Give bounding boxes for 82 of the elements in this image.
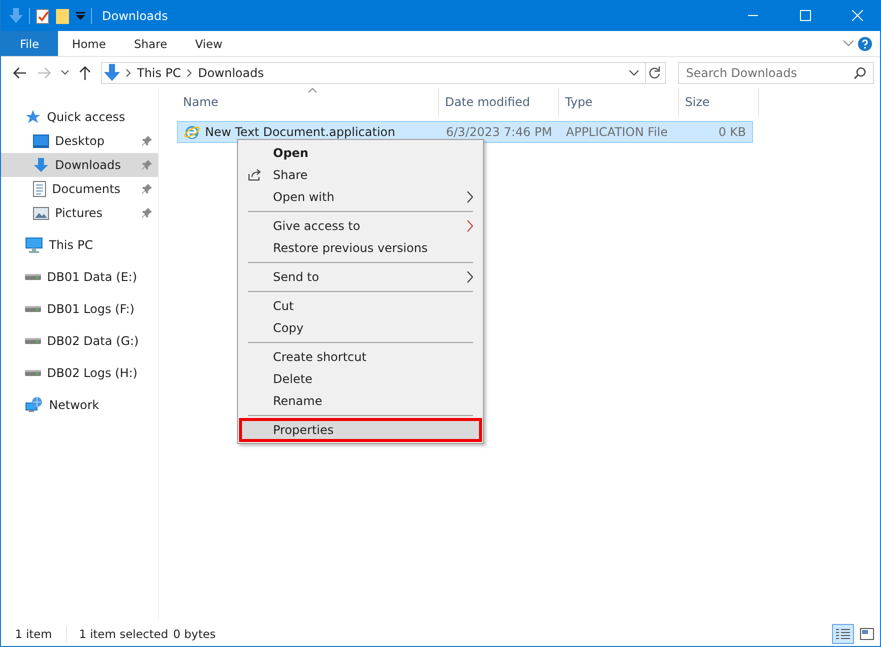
chevron-icon: [186, 68, 192, 76]
sidebar-item[interactable]: This PC: [1, 233, 158, 257]
up-arrow-icon: [79, 66, 91, 80]
menu-item[interactable]: Cut: [240, 295, 481, 317]
sidebar-item[interactable]: Downloads: [1, 153, 158, 177]
table-cell: APPLICATION File: [566, 125, 668, 139]
drive-icon: [25, 337, 41, 345]
download-arrow-icon: [33, 157, 49, 173]
search-field[interactable]: Search Downloads: [678, 62, 874, 84]
menu-item[interactable]: Send to: [240, 266, 481, 288]
details-view-button[interactable]: [832, 624, 854, 644]
status-text: 1 item: [15, 626, 52, 640]
menu-item[interactable]: Give access to: [240, 215, 481, 237]
share-icon: [248, 169, 262, 181]
help-icon: [858, 36, 872, 50]
desktop-icon: [33, 134, 49, 148]
menu-item[interactable]: Open with: [240, 186, 481, 208]
network-icon: [25, 397, 43, 413]
properties-icon[interactable]: [36, 8, 50, 24]
sidebar-item[interactable]: DB02 Logs (H:): [1, 361, 158, 385]
menu-item[interactable]: Delete: [240, 368, 481, 390]
sidebar-item[interactable]: Network: [1, 393, 158, 417]
column-header[interactable]: Size: [679, 88, 759, 116]
pin-icon: [142, 160, 152, 170]
computer-icon: [25, 237, 43, 253]
table-cell: 6/3/2023 7:46 PM: [446, 125, 552, 139]
document-icon: [33, 181, 46, 197]
menu-item[interactable]: Open: [240, 142, 481, 164]
table-cell: New Text Document.application: [205, 125, 396, 139]
pin-icon: [142, 184, 152, 194]
status-text: 0 bytes: [173, 626, 216, 640]
window-title: Downloads: [102, 8, 169, 22]
chevron-down-icon: [843, 40, 854, 47]
pin-icon: [142, 136, 152, 146]
sidebar-item[interactable]: Documents: [1, 177, 158, 201]
sidebar-item[interactable]: Desktop: [1, 129, 158, 153]
sidebar-item[interactable]: Quick access: [1, 105, 158, 129]
breadcrumb[interactable]: This PC: [137, 66, 181, 80]
minimize-icon: [748, 15, 758, 16]
details-list-icon: [836, 628, 850, 640]
menu-item[interactable]: Share: [240, 164, 481, 186]
star-icon: [25, 109, 41, 125]
sidebar-item[interactable]: DB01 Data (E:): [1, 265, 158, 289]
sort-caret-icon: [308, 88, 316, 93]
search-icon: [854, 66, 866, 78]
dropdown-icon[interactable]: [76, 12, 85, 20]
drive-icon: [25, 273, 41, 281]
column-header[interactable]: Name: [177, 88, 439, 116]
status-text: 1 item selected: [78, 626, 168, 640]
sidebar-item[interactable]: DB02 Data (G:): [1, 329, 158, 353]
chevron-down-icon: [61, 70, 69, 75]
breadcrumb[interactable]: Downloads: [198, 66, 264, 80]
address-bar[interactable]: This PC Downloads: [101, 62, 666, 84]
column-header[interactable]: Type: [559, 88, 679, 116]
pictures-icon: [33, 206, 49, 220]
file-tab[interactable]: File: [1, 31, 58, 56]
pin-icon: [142, 208, 152, 218]
sidebar-item[interactable]: DB01 Logs (F:): [1, 297, 158, 321]
up-button[interactable]: [77, 64, 93, 82]
menu-item[interactable]: Copy: [240, 317, 481, 339]
back-button[interactable]: [11, 64, 29, 80]
download-arrow-icon: [104, 64, 120, 81]
file-row[interactable]: New Text Document.application 6/3/2023 7:46 PM APPLICATION File 0 KB: [177, 121, 753, 143]
tiles-icon: [860, 628, 874, 640]
sidebar-item[interactable]: Pictures: [1, 201, 158, 225]
menu-item[interactable]: Properties: [240, 419, 481, 441]
forward-arrow-icon: [37, 66, 51, 78]
maximize-icon: [800, 10, 810, 21]
back-arrow-icon: [13, 66, 27, 78]
menu-item[interactable]: Restore previous versions: [240, 237, 481, 259]
drive-icon: [25, 305, 41, 313]
chevron-icon: [126, 68, 131, 76]
recent-locations-button[interactable]: [59, 68, 71, 77]
browser-e-icon: [184, 124, 200, 140]
drive-icon: [25, 369, 41, 377]
column-header[interactable]: Date modified: [439, 88, 559, 116]
table-cell: 0 KB: [718, 125, 746, 139]
menu-item[interactable]: Rename: [240, 390, 481, 412]
folder-icon[interactable]: [56, 8, 70, 24]
menu-item[interactable]: Create shortcut: [240, 346, 481, 368]
dropdown-icon[interactable]: [629, 70, 639, 76]
close-icon: [852, 10, 862, 21]
